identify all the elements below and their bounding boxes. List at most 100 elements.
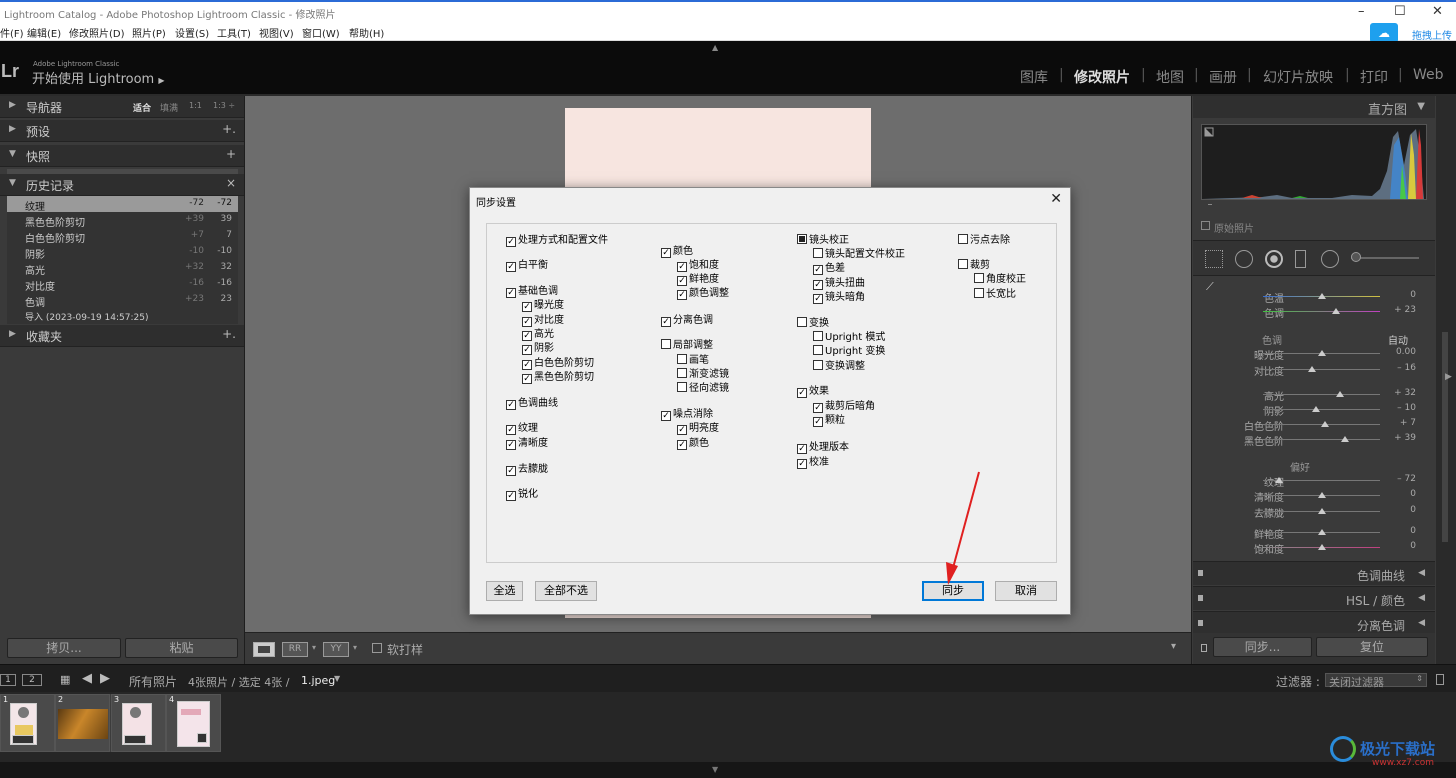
- slider-value[interactable]: + 23: [1386, 305, 1416, 315]
- setting-checkbox[interactable]: 处理版本: [797, 441, 849, 454]
- checkbox-box[interactable]: [506, 400, 516, 410]
- setting-checkbox[interactable]: 色差: [813, 262, 845, 275]
- slider-value[interactable]: – 16: [1386, 363, 1416, 373]
- close-button[interactable]: ✕: [1432, 4, 1443, 19]
- checkbox-box[interactable]: [506, 466, 516, 476]
- setting-checkbox[interactable]: 变换调整: [813, 360, 865, 373]
- setting-checkbox[interactable]: 长宽比: [974, 288, 1016, 301]
- history-item[interactable]: 色调 +23 23: [7, 292, 238, 309]
- checkbox-box[interactable]: [974, 273, 984, 283]
- checkbox-box[interactable]: [661, 248, 671, 258]
- slider-track[interactable]: [1263, 311, 1380, 312]
- select-none-button[interactable]: 全部不选: [535, 581, 597, 601]
- slider-track[interactable]: [1263, 439, 1380, 440]
- spot-removal-icon[interactable]: [1235, 250, 1253, 268]
- slider-thumb[interactable]: [1275, 477, 1284, 483]
- checkbox-box[interactable]: [506, 425, 516, 435]
- slider-value[interactable]: 0: [1386, 489, 1416, 499]
- checkbox-box[interactable]: [677, 262, 687, 272]
- zoom-1-3[interactable]: 1:3 ÷: [213, 101, 235, 110]
- slider-value[interactable]: 0: [1386, 526, 1416, 536]
- bottom-panel-toggle[interactable]: ▼: [0, 762, 1456, 778]
- grid-view-icon[interactable]: ▦: [60, 673, 70, 686]
- cancel-button[interactable]: 取消: [995, 581, 1057, 601]
- collections-header[interactable]: ▶ 收藏夹 +.: [0, 325, 244, 347]
- split-toning-panel-header[interactable]: 分离色调 ◀: [1193, 611, 1435, 633]
- checkbox-box[interactable]: [677, 354, 687, 364]
- setting-checkbox[interactable]: 颜色调整: [677, 287, 729, 300]
- setting-checkbox[interactable]: 清晰度: [506, 437, 548, 450]
- slider-thumb[interactable]: [1311, 406, 1320, 412]
- checkbox-box[interactable]: [797, 234, 807, 244]
- slider-thumb[interactable]: [1321, 421, 1329, 427]
- setting-checkbox[interactable]: 效果: [797, 385, 829, 398]
- slider-value[interactable]: – 10: [1386, 403, 1416, 413]
- synchronize-button[interactable]: 同步: [922, 581, 984, 601]
- module-book[interactable]: 画册: [1209, 67, 1237, 87]
- checkbox-box[interactable]: [522, 374, 532, 384]
- setting-checkbox[interactable]: 镜头扭曲: [813, 277, 865, 290]
- setting-checkbox[interactable]: 基础色调: [506, 285, 558, 298]
- slider-thumb[interactable]: [1308, 366, 1317, 372]
- right-scrollbar[interactable]: ▶: [1436, 96, 1456, 664]
- slider-track[interactable]: [1263, 409, 1380, 410]
- red-eye-icon[interactable]: [1265, 250, 1283, 268]
- menu-file[interactable]: 件(F): [0, 25, 24, 40]
- setting-checkbox[interactable]: 颜色: [661, 245, 693, 258]
- reset-button[interactable]: 复位: [1316, 637, 1428, 657]
- setting-checkbox[interactable]: 局部调整: [661, 339, 713, 352]
- setting-checkbox[interactable]: 角度校正: [974, 273, 1026, 286]
- checkbox-box[interactable]: [677, 382, 687, 392]
- history-item[interactable]: 导入 (2023-09-19 14:57:25): [7, 308, 238, 324]
- checkbox-box[interactable]: [797, 317, 807, 327]
- menu-photo[interactable]: 照片(P): [132, 25, 166, 40]
- checkbox-box[interactable]: [813, 265, 823, 275]
- setting-checkbox[interactable]: 黑色色阶剪切: [522, 371, 594, 384]
- select-all-button[interactable]: 全选: [486, 581, 523, 601]
- setting-checkbox[interactable]: 鲜艳度: [677, 273, 719, 286]
- checkbox-box[interactable]: [677, 290, 687, 300]
- checkbox-box[interactable]: [813, 248, 823, 258]
- slider-value[interactable]: + 39: [1386, 433, 1416, 443]
- checkbox-box[interactable]: [813, 360, 823, 370]
- menu-view[interactable]: 视图(V): [259, 25, 294, 40]
- setting-checkbox[interactable]: 画笔: [677, 354, 709, 367]
- back-arrow-icon[interactable]: ◀: [82, 671, 92, 686]
- sync-button[interactable]: 同步...: [1213, 637, 1312, 657]
- setting-checkbox[interactable]: Upright 变换: [813, 345, 885, 358]
- slider-track[interactable]: [1263, 394, 1380, 395]
- setting-checkbox[interactable]: Upright 模式: [813, 331, 885, 344]
- dialog-close-button[interactable]: ✕: [1050, 191, 1062, 207]
- slider-value[interactable]: 0: [1386, 505, 1416, 515]
- slider-value[interactable]: 0.00: [1386, 347, 1416, 357]
- checkbox-box[interactable]: [958, 234, 968, 244]
- setting-checkbox[interactable]: 污点去除: [958, 234, 1010, 247]
- setting-checkbox[interactable]: 镜头配置文件校正: [813, 248, 905, 261]
- slider-thumb[interactable]: [1317, 350, 1326, 356]
- module-web[interactable]: Web: [1413, 67, 1444, 83]
- checkbox-box[interactable]: [522, 317, 532, 327]
- checkbox-box[interactable]: [506, 237, 516, 247]
- setting-checkbox[interactable]: 去朦胧: [506, 463, 548, 476]
- module-print[interactable]: 打印: [1360, 67, 1388, 87]
- setting-checkbox[interactable]: 校准: [797, 456, 829, 469]
- setting-checkbox[interactable]: 饱和度: [677, 259, 719, 272]
- filmstrip-thumbnail[interactable]: 4: [166, 694, 221, 752]
- filmstrip-thumbnail[interactable]: 1: [0, 694, 55, 752]
- slider-thumb[interactable]: [1317, 293, 1326, 299]
- tone-auto-button[interactable]: 自动: [1388, 332, 1408, 347]
- setting-checkbox[interactable]: 裁剪后暗角: [813, 400, 875, 413]
- module-develop[interactable]: 修改照片: [1074, 67, 1130, 87]
- checkbox-box[interactable]: [813, 294, 823, 304]
- checkbox-box[interactable]: [677, 276, 687, 286]
- slider-value[interactable]: 0: [1386, 290, 1416, 300]
- checkbox-box[interactable]: [661, 339, 671, 349]
- setting-checkbox[interactable]: 白色色阶剪切: [522, 357, 594, 370]
- setting-checkbox[interactable]: 曝光度: [522, 299, 564, 312]
- navigator-header[interactable]: ▶ 导航器 适合 填满 1:1 1:3 ÷: [0, 96, 244, 118]
- setting-checkbox[interactable]: 阴影: [522, 342, 554, 355]
- checkbox-box[interactable]: [813, 280, 823, 290]
- menu-help[interactable]: 帮助(H): [349, 25, 384, 40]
- cloud-upload-icon[interactable]: ☁: [1370, 23, 1398, 43]
- setting-checkbox[interactable]: 裁剪: [958, 259, 990, 272]
